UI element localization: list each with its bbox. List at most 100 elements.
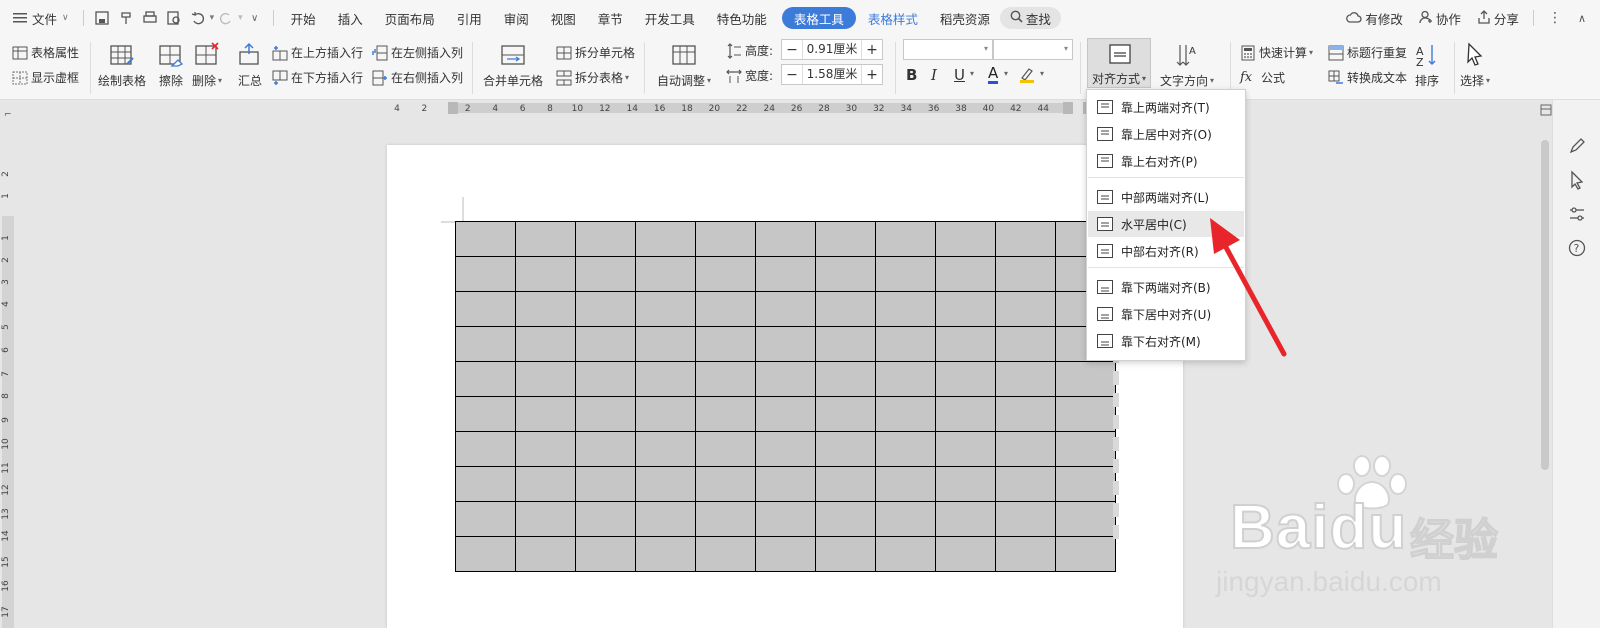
file-menu[interactable]: 文件 ∨ [0, 6, 77, 30]
tab-docer-resources[interactable]: 稻壳资源 [930, 6, 1000, 30]
collaborate-button[interactable]: 协作 [1411, 6, 1469, 30]
alignment-button[interactable]: 对齐方式 ▾ [1087, 38, 1151, 88]
share-button[interactable]: 分享 [1469, 6, 1527, 30]
has-changes-button[interactable]: 有修改 [1338, 6, 1411, 30]
table-cell[interactable] [575, 501, 636, 537]
search-button[interactable]: 查找 [999, 7, 1061, 29]
menu-item-align-top-center[interactable]: 靠上居中对齐(O) [1088, 121, 1244, 147]
table-cell[interactable] [815, 326, 876, 362]
ruler-margin-marker[interactable] [1063, 102, 1073, 114]
table-cell[interactable] [995, 501, 1056, 537]
table-cell[interactable] [575, 221, 636, 257]
table-cell[interactable] [695, 396, 756, 432]
table-cell[interactable] [875, 291, 936, 327]
table-cell[interactable] [515, 361, 576, 397]
sort-button[interactable]: AZ 排序 [1414, 42, 1440, 89]
table-cell[interactable] [995, 431, 1056, 467]
table-cell[interactable] [935, 256, 996, 292]
table-cell[interactable] [935, 221, 996, 257]
table-cell[interactable] [695, 221, 756, 257]
menu-item-align-top-right[interactable]: 靠上右对齐(P) [1088, 148, 1244, 174]
table-cell[interactable] [995, 536, 1056, 572]
table-cell[interactable] [575, 466, 636, 502]
table-cell[interactable] [1055, 466, 1116, 502]
print-preview-icon[interactable] [166, 10, 182, 26]
horizontal-ruler[interactable]: 4 2 2 4 6 8 10 12 14 16 18 20 22 24 26 28 30 32 34 36 38 40 42… [0, 100, 1510, 116]
document-table[interactable] [455, 221, 1116, 572]
table-cell[interactable] [455, 396, 516, 432]
table-cell[interactable] [635, 536, 696, 572]
table-cell[interactable] [875, 466, 936, 502]
tab-developer[interactable]: 开发工具 [634, 6, 706, 30]
table-cell[interactable] [575, 291, 636, 327]
bold-button[interactable]: B [906, 66, 917, 84]
more-options-icon[interactable]: ⋮ [1540, 6, 1570, 30]
table-cell[interactable] [635, 396, 696, 432]
table-cell[interactable] [995, 291, 1056, 327]
convert-to-text-button[interactable]: 转换成文本 [1328, 69, 1407, 86]
table-cell[interactable] [935, 291, 996, 327]
table-cell[interactable] [515, 396, 576, 432]
table-cell[interactable] [815, 291, 876, 327]
cursor-select-icon[interactable] [1567, 170, 1587, 190]
select-button[interactable]: 选择 ▾ [1460, 42, 1490, 89]
table-cell[interactable] [695, 536, 756, 572]
edit-pen-icon[interactable] [1567, 136, 1587, 156]
table-cell[interactable] [755, 326, 816, 362]
summary-button[interactable]: 汇总 [237, 42, 263, 89]
tab-insert[interactable]: 插入 [327, 6, 374, 30]
table-cell[interactable] [995, 326, 1056, 362]
row-height-value[interactable]: 0.91厘米 [802, 40, 862, 59]
table-cell[interactable] [935, 466, 996, 502]
tab-special-features[interactable]: 特色功能 [706, 6, 778, 30]
table-cell[interactable] [815, 396, 876, 432]
highlight-button[interactable] [1018, 66, 1036, 87]
table-cell[interactable] [995, 221, 1056, 257]
insert-row-above-button[interactable]: 在上方插入行 [272, 44, 363, 61]
table-cell[interactable] [455, 291, 516, 327]
help-icon[interactable]: ? [1567, 238, 1587, 258]
formula-button[interactable]: fx 公式 [1240, 69, 1285, 86]
font-size-combo[interactable]: ▾ [993, 39, 1073, 60]
undo-dropdown-icon[interactable]: ▾ [210, 13, 215, 23]
table-cell[interactable] [575, 361, 636, 397]
table-cell[interactable] [815, 466, 876, 502]
table-cell[interactable] [935, 326, 996, 362]
table-cell[interactable] [635, 221, 696, 257]
menu-item-align-top-justify[interactable]: 靠上两端对齐(T) [1088, 94, 1244, 120]
table-cell[interactable] [815, 221, 876, 257]
quick-calc-button[interactable]: 快速计算 ▾ [1240, 44, 1313, 61]
tab-view[interactable]: 视图 [540, 6, 587, 30]
table-cell[interactable] [1055, 431, 1116, 467]
table-cell[interactable] [815, 536, 876, 572]
col-width-value[interactable]: 1.58厘米 [802, 65, 862, 84]
table-cell[interactable] [635, 501, 696, 537]
table-cell[interactable] [1055, 396, 1116, 432]
table-cell[interactable] [515, 221, 576, 257]
scrollbar-thumb[interactable] [1541, 140, 1549, 470]
menu-item-align-middle-justify[interactable]: 中部两端对齐(L) [1088, 184, 1244, 210]
document-page[interactable] [387, 145, 1183, 628]
table-cell[interactable] [455, 431, 516, 467]
table-cell[interactable] [875, 501, 936, 537]
plus-icon[interactable]: + [862, 42, 882, 58]
table-cell[interactable] [935, 396, 996, 432]
table-cell[interactable] [815, 361, 876, 397]
table-cell[interactable] [755, 501, 816, 537]
table-cell[interactable] [1055, 361, 1116, 397]
table-cell[interactable] [755, 466, 816, 502]
chevron-down-icon[interactable]: ▾ [1040, 69, 1044, 78]
header-repeat-button[interactable]: 标题行重复 [1328, 44, 1407, 61]
vertical-ruler[interactable]: 2 1 1 2 3 4 5 6 7 8 9 10 11 12 13 14 15 16 17 [0, 116, 16, 628]
tab-table-tools[interactable]: 表格工具 [781, 7, 856, 29]
insert-row-below-button[interactable]: 在下方插入行 [272, 69, 363, 86]
split-cells-button[interactable]: 拆分单元格 [556, 44, 635, 61]
table-cell[interactable] [995, 466, 1056, 502]
text-direction-button[interactable]: A 文字方向 ▾ [1160, 42, 1214, 89]
merge-cells-button[interactable]: 合并单元格 [483, 42, 543, 89]
insert-col-right-button[interactable]: 在右侧插入列 [372, 69, 463, 86]
table-cell[interactable] [515, 536, 576, 572]
table-cell[interactable] [875, 361, 936, 397]
redo-icon[interactable] [218, 10, 234, 26]
table-cell[interactable] [455, 221, 516, 257]
